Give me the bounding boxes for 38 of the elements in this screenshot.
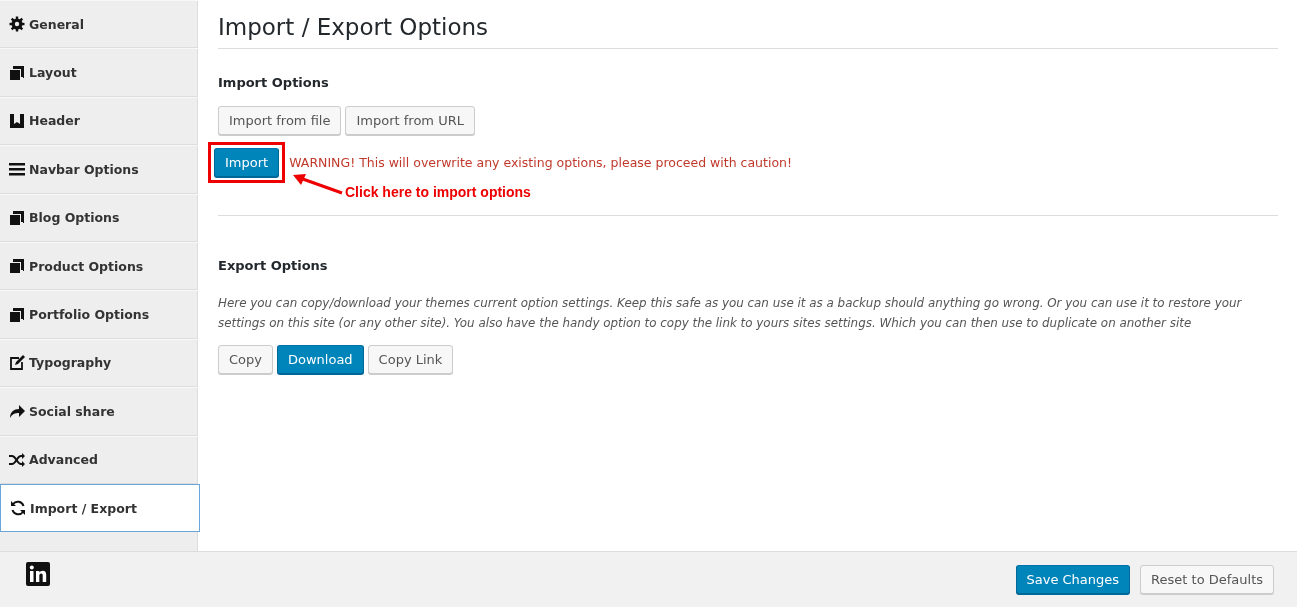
description-text: Here you can copy/download your themes current option settings. Keep this safe as you can use it as a backup should anything go wrong. Or you can use it to restore your settings on this site (or any other site). You also have the handy option to copy the link to yours sites settings. Which you can then use to duplicate on another site (218, 295, 1243, 332)
sidebar-item[interactable]: Layout (0, 48, 198, 97)
sidebar-item[interactable]: General (0, 0, 198, 49)
section-heading: Import Options (218, 75, 330, 90)
sidebar-item[interactable]: Header (0, 96, 198, 146)
secondary-button[interactable]: Copy (218, 345, 273, 374)
secondary-button[interactable]: Copy Link (367, 345, 454, 374)
primary-button[interactable]: Import (214, 147, 280, 177)
arrow (292, 173, 344, 195)
secondary-button[interactable]: Import from file (218, 106, 342, 135)
warning-text: WARNING! This will overwrite any existing options, please proceed with caution! (289, 154, 792, 170)
share-icon (9, 403, 25, 420)
sidebar-item[interactable]: Import / Export (0, 483, 200, 533)
gear-icon (9, 16, 25, 33)
primary-button[interactable]: Download (277, 345, 364, 374)
copy-icon (9, 258, 25, 275)
sidebar-item[interactable]: Blog Options (0, 193, 198, 242)
sidebar-item[interactable]: Navbar Options (0, 145, 198, 194)
sidebar-item[interactable]: Portfolio Options (0, 290, 198, 339)
primary-button[interactable]: Save Changes (1015, 565, 1131, 594)
sidebar-item[interactable]: Typography (0, 338, 198, 388)
secondary-button[interactable]: Reset to Defaults (1140, 565, 1274, 594)
edit-icon (9, 354, 25, 371)
secondary-button[interactable]: Import from URL (345, 106, 475, 135)
shuffle-icon (9, 451, 25, 468)
bookmark-icon (9, 112, 25, 129)
sidebar-item[interactable]: Advanced (0, 435, 198, 484)
section-heading: Export Options (218, 258, 329, 273)
copy-icon (9, 306, 25, 323)
page-title: Import / Export Options (218, 14, 1278, 49)
sidebar-item[interactable]: Social share (0, 387, 198, 436)
annotation-text: Click here to import options (345, 184, 531, 200)
refresh-icon (10, 500, 26, 517)
copy-icon (9, 64, 25, 81)
sidebar-item[interactable]: Product Options (0, 241, 198, 291)
linkedin-icon[interactable] (26, 561, 50, 586)
copy-icon (9, 209, 25, 226)
menu-icon (9, 161, 25, 178)
